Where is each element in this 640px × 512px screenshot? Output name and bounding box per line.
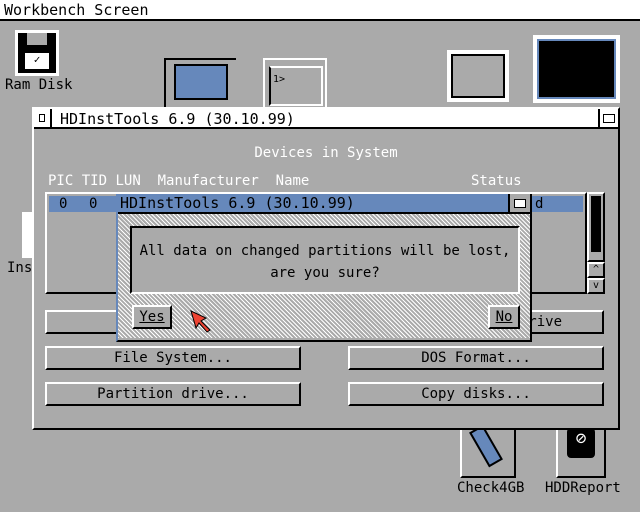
column-headers: PIC TID LUN Manufacturer Name (48, 173, 309, 189)
cell-status: d (535, 196, 544, 212)
screen-title-bar[interactable]: Workbench Screen (0, 0, 640, 21)
no-label: No (495, 309, 513, 325)
hddreport-label: HDDReport (545, 480, 621, 496)
tool-icon[interactable] (164, 58, 236, 108)
button-row1-right-label: rive (528, 314, 562, 330)
close-gadget[interactable] (34, 109, 52, 127)
screen-icon[interactable] (533, 35, 620, 103)
col-status: Status (471, 173, 522, 189)
message-line1: All data on changed partitions will be l… (139, 243, 511, 259)
prefs-icon[interactable] (447, 50, 509, 102)
screen-title: Workbench Screen (4, 1, 149, 19)
col-pic: PIC (48, 173, 74, 189)
cell-pic: 0 (59, 196, 68, 212)
scroll-up-arrow-icon[interactable]: ^ (587, 262, 605, 278)
requester-title-bar[interactable]: HDInstTools 6.9 (30.10.99) (118, 194, 530, 214)
partial-icon[interactable] (22, 212, 32, 258)
copy-disks-label: Copy disks... (421, 386, 531, 402)
window-title-bar[interactable]: HDInstTools 6.9 (30.10.99) (34, 109, 618, 129)
col-manufacturer: Manufacturer (157, 173, 259, 189)
window-title: HDInstTools 6.9 (30.10.99) (60, 110, 295, 128)
file-system-button[interactable]: File System... (45, 346, 301, 370)
requester-message: All data on changed partitions will be l… (130, 226, 520, 294)
ram-disk-icon[interactable]: ✓ (15, 30, 59, 76)
scrollbar[interactable] (587, 192, 605, 262)
dos-format-label: DOS Format... (421, 350, 531, 366)
no-button[interactable]: No (488, 305, 520, 329)
yes-button[interactable]: Yes (132, 305, 172, 329)
col-tid: TID (81, 173, 108, 189)
confirm-requester: HDInstTools 6.9 (30.10.99) All data on c… (116, 194, 532, 342)
dos-format-button[interactable]: DOS Format... (348, 346, 604, 370)
shell-icon[interactable]: 1> (263, 58, 327, 108)
requester-body: All data on changed partitions will be l… (118, 214, 530, 338)
devices-heading: Devices in System (254, 145, 398, 161)
check4gb-label: Check4GB (457, 480, 525, 496)
yes-label: Yes (139, 309, 165, 325)
partition-drive-button[interactable]: Partition drive... (45, 382, 301, 406)
depth-gadget-icon[interactable] (598, 109, 618, 127)
depth-gadget-icon[interactable] (508, 194, 530, 212)
file-system-label: File System... (113, 350, 232, 366)
partition-drive-label: Partition drive... (97, 386, 249, 402)
col-name: Name (275, 173, 310, 189)
ram-disk-label: Ram Disk (5, 77, 73, 93)
mouse-pointer-icon (190, 310, 211, 333)
message-line2: are you sure? (270, 265, 380, 281)
copy-disks-button[interactable]: Copy disks... (348, 382, 604, 406)
partial-icon-label: Ins (7, 260, 33, 276)
requester-title: HDInstTools 6.9 (30.10.99) (120, 194, 355, 212)
scroll-down-arrow-icon[interactable]: v (587, 278, 605, 294)
col-lun: LUN (115, 173, 141, 189)
scroll-knob[interactable] (591, 196, 601, 252)
cell-tid: 0 (89, 196, 98, 212)
